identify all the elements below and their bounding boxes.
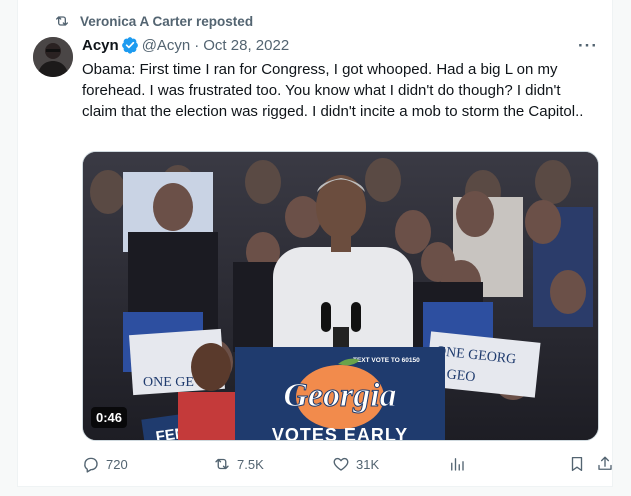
video-duration: 0:46 (91, 407, 128, 428)
sign-bottom-text: VOTES EARLY (272, 425, 408, 441)
like-button[interactable]: 31K (332, 452, 379, 476)
video-player[interactable]: ONE GE ONE GEORG GEO FEND TEXT VOTE TO 6… (82, 151, 599, 441)
bookmark-button[interactable] (568, 452, 586, 476)
video-frame: ONE GE ONE GEORG GEO FEND TEXT VOTE TO 6… (83, 152, 598, 441)
reply-count: 720 (106, 456, 128, 472)
sign-small-text: TEXT VOTE TO 60150 (353, 357, 420, 364)
action-bar: 720 7.5K 31K (82, 452, 612, 476)
repost-context[interactable]: Veronica A Carter reposted (54, 13, 253, 29)
meta-separator: · (194, 36, 200, 54)
more-options-icon[interactable]: ··· (578, 36, 598, 56)
crowd-sign-left: ONE GE (143, 375, 194, 390)
author-name[interactable]: Acyn (82, 37, 119, 54)
tweet-text: Obama: First time I ran for Congress, I … (82, 61, 584, 120)
repost-button[interactable]: 7.5K (213, 452, 264, 476)
repost-action-icon (215, 458, 229, 470)
share-icon (598, 456, 612, 470)
verified-badge-icon[interactable] (121, 36, 139, 54)
sign-main-text: Georgia (283, 377, 396, 414)
avatar[interactable] (33, 37, 73, 77)
tweet-date[interactable]: Oct 28, 2022 (203, 37, 289, 54)
analytics-icon (451, 458, 464, 471)
reply-button[interactable]: 720 (82, 452, 128, 476)
author-handle[interactable]: @Acyn (142, 37, 191, 54)
repost-icon (56, 16, 68, 26)
heart-icon (333, 457, 349, 471)
tweet-header: Acyn @Acyn · Oct 28, 2022 (82, 36, 289, 54)
like-count: 31K (356, 456, 380, 472)
bookmark-icon (571, 456, 583, 472)
repost-text: Veronica A Carter reposted (80, 13, 254, 29)
views-button[interactable] (448, 452, 466, 476)
reply-icon (84, 457, 98, 473)
share-button[interactable] (596, 452, 614, 476)
repost-count: 7.5K (237, 456, 264, 472)
crowd-sign-right-2: GEO (446, 367, 476, 385)
tweet-card[interactable]: Veronica A Carter reposted Acyn @Acyn · … (17, 0, 613, 496)
next-post-divider (17, 486, 613, 496)
